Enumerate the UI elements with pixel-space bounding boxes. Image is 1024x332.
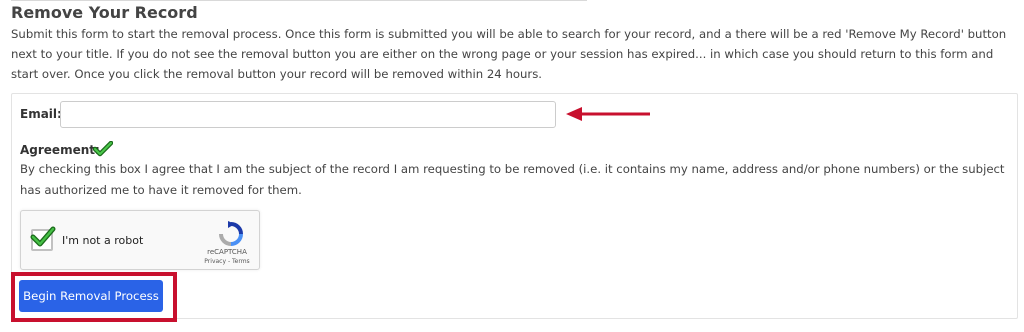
email-field[interactable] [60,101,556,128]
recaptcha-logo-icon [219,221,243,246]
red-arrow-annotation [566,107,650,121]
agreement-text: By checking this box I agree that I am t… [20,162,1005,197]
recaptcha-label: I'm not a robot [62,234,144,247]
recaptcha-widget: I'm not a robot reCAPTCHA Privacy - Term… [20,210,260,270]
page-title: Remove Your Record [11,3,198,22]
begin-removal-button[interactable]: Begin Removal Process [19,280,163,312]
terms-link[interactable]: Terms [232,258,250,265]
agreement-label: Agreement: [20,143,100,157]
recaptcha-brand: reCAPTCHA [207,248,247,256]
email-label: Email: [20,107,62,121]
top-divider [11,0,587,1]
recaptcha-checkmark-icon [30,226,56,247]
privacy-link[interactable]: Privacy [204,258,226,265]
recaptcha-links: Privacy - Terms [197,258,257,265]
checkmark-icon [93,141,113,157]
intro-text: Submit this form to start the removal pr… [11,27,1007,81]
